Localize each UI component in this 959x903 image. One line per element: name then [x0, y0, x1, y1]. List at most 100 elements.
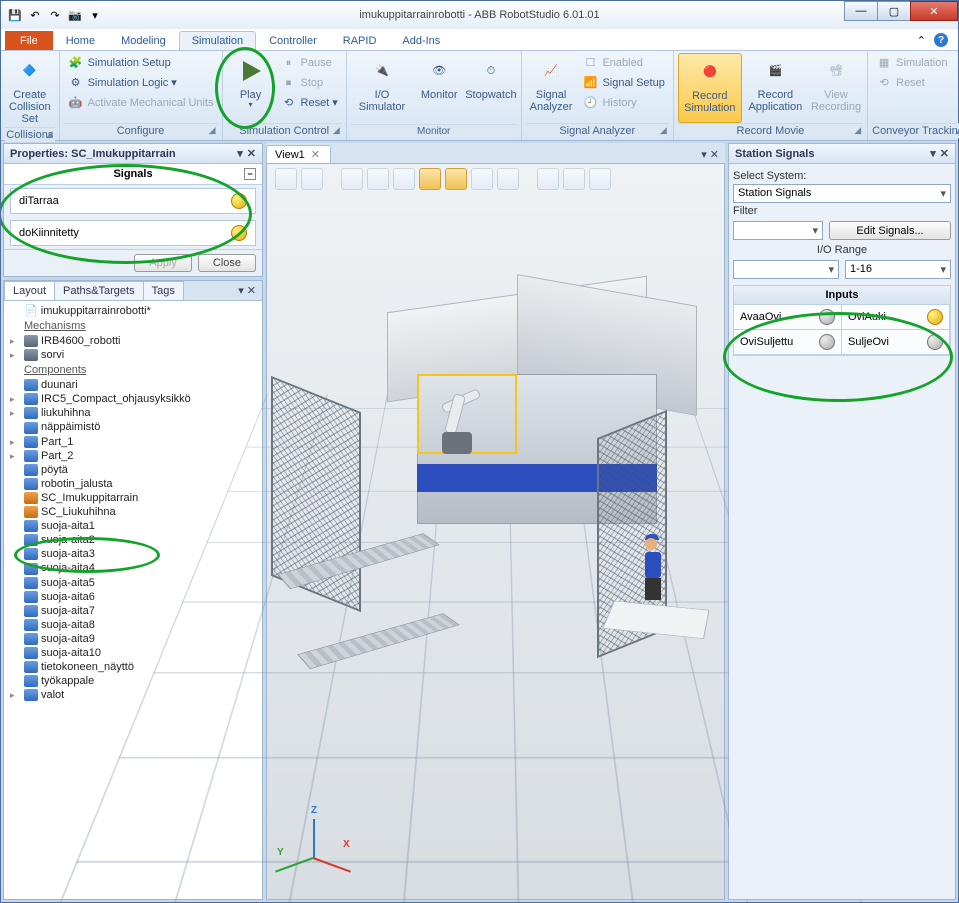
- qat-save-icon[interactable]: 💾: [7, 7, 23, 23]
- vp-tool[interactable]: [419, 168, 441, 190]
- record-simulation-button[interactable]: 🔴Record Simulation: [678, 53, 742, 123]
- signal-row[interactable]: diTarraa: [10, 188, 256, 214]
- apply-button[interactable]: Apply: [134, 254, 192, 272]
- edit-signals-button[interactable]: Edit Signals...: [829, 221, 951, 240]
- stopwatch-button[interactable]: ⏱Stopwatch: [465, 53, 516, 124]
- tree-item[interactable]: pöytä: [6, 463, 260, 477]
- collapse-icon[interactable]: −: [244, 168, 256, 180]
- tab-modeling[interactable]: Modeling: [108, 31, 179, 50]
- vp-tool[interactable]: [275, 168, 297, 190]
- maximize-button[interactable]: ▢: [877, 1, 911, 21]
- vp-tool[interactable]: [537, 168, 559, 190]
- iorange-left-combo[interactable]: ▾: [733, 260, 839, 279]
- io-input-cell[interactable]: SuljeOvi: [841, 329, 950, 355]
- pin-icon[interactable]: ✕: [247, 147, 256, 160]
- close-icon[interactable]: ✕: [940, 147, 949, 160]
- dialog-launcher-icon[interactable]: ◢: [209, 125, 216, 136]
- tags-tab[interactable]: Tags: [143, 281, 184, 300]
- system-combo[interactable]: Station Signals▾: [733, 184, 951, 203]
- tree-item[interactable]: IRB4600_robotti: [6, 334, 260, 348]
- close-button[interactable]: Close: [198, 254, 256, 272]
- simulation-logic-button[interactable]: ⚙Simulation Logic▾: [64, 73, 218, 93]
- activate-mech-units-button[interactable]: 🤖Activate Mechanical Units: [64, 93, 218, 113]
- close-icon[interactable]: ✕: [247, 285, 256, 297]
- monitor-button[interactable]: 👁Monitor: [415, 53, 463, 124]
- tab-addins[interactable]: Add-Ins: [389, 31, 453, 50]
- dropdown-icon[interactable]: ▾: [237, 147, 243, 160]
- vp-tool[interactable]: [445, 168, 467, 190]
- close-tab-icon[interactable]: ✕: [311, 149, 320, 161]
- qat-undo-icon[interactable]: ↶: [27, 7, 43, 23]
- tab-controller[interactable]: Controller: [256, 31, 330, 50]
- io-input-cell[interactable]: OviAuki: [841, 304, 950, 330]
- vp-tool[interactable]: [393, 168, 415, 190]
- enabled-toggle[interactable]: ☐Enabled: [578, 53, 668, 73]
- io-state-icon[interactable]: [927, 334, 943, 350]
- tree-item[interactable]: duunari: [6, 378, 260, 392]
- tree-item[interactable]: Part_2: [6, 449, 260, 463]
- 3d-viewport[interactable]: Z X Y: [266, 163, 725, 900]
- qat-screenshot-icon[interactable]: 📷: [67, 7, 83, 23]
- dropdown-icon[interactable]: ▾: [238, 285, 244, 297]
- io-state-icon[interactable]: [819, 334, 835, 350]
- tab-simulation[interactable]: Simulation: [179, 31, 256, 50]
- stop-button[interactable]: ⏹Stop: [277, 73, 342, 93]
- vp-tool[interactable]: [563, 168, 585, 190]
- dialog-launcher-icon[interactable]: ◢: [955, 125, 959, 136]
- io-input-cell[interactable]: AvaaOvi: [733, 304, 842, 330]
- dialog-launcher-icon[interactable]: ◢: [46, 129, 53, 140]
- tab-home[interactable]: Home: [53, 31, 108, 50]
- signal-row[interactable]: doKiinnitetty: [10, 220, 256, 246]
- tree-item[interactable]: Part_1: [6, 435, 260, 449]
- ribbon-minimize-icon[interactable]: ⌃: [917, 34, 926, 47]
- minimize-button[interactable]: —: [844, 1, 878, 21]
- vp-tool[interactable]: [589, 168, 611, 190]
- qat-redo-icon[interactable]: ↷: [47, 7, 63, 23]
- reset-button[interactable]: ⟲Reset▾: [277, 93, 342, 113]
- create-collision-set-button[interactable]: 🔷Create Collision Set: [5, 53, 55, 127]
- vp-tool[interactable]: [497, 168, 519, 190]
- signal-state-icon[interactable]: [231, 225, 247, 241]
- filter-combo[interactable]: ▾: [733, 221, 823, 240]
- simulation-setup-button[interactable]: 🧩Simulation Setup: [64, 53, 218, 73]
- close-button[interactable]: ✕: [910, 1, 958, 21]
- tree-item[interactable]: robotin_jalusta: [6, 477, 260, 491]
- iorange-combo[interactable]: 1-16▾: [845, 260, 951, 279]
- vp-tool[interactable]: [301, 168, 323, 190]
- io-state-icon[interactable]: [819, 309, 835, 325]
- view-tab[interactable]: View1✕: [266, 145, 331, 163]
- dialog-launcher-icon[interactable]: ◢: [660, 125, 667, 136]
- help-icon[interactable]: ?: [934, 33, 948, 47]
- conveyor-simulation-button[interactable]: ▦Simulation: [872, 53, 951, 73]
- view-recording-button[interactable]: 📽View Recording: [809, 53, 863, 123]
- signal-analyzer-button[interactable]: 📈Signal Analyzer: [526, 53, 577, 123]
- paths-tab[interactable]: Paths&Targets: [54, 281, 144, 300]
- dropdown-icon[interactable]: ▾: [701, 149, 707, 161]
- record-application-button[interactable]: 🎬Record Application: [744, 53, 807, 123]
- vp-tool[interactable]: [471, 168, 493, 190]
- signal-setup-button[interactable]: 📶Signal Setup: [578, 73, 668, 93]
- tree-item[interactable]: näppäimistö: [6, 420, 260, 434]
- history-button[interactable]: 🕘History: [578, 93, 668, 113]
- pause-button[interactable]: ⏸Pause: [277, 53, 342, 73]
- io-simulator-button[interactable]: 🔌I/O Simulator: [351, 53, 413, 124]
- tab-rapid[interactable]: RAPID: [330, 31, 390, 50]
- play-button[interactable]: Play▾: [227, 53, 275, 123]
- dropdown-icon[interactable]: ▾: [930, 147, 936, 160]
- tab-file[interactable]: File: [5, 31, 53, 50]
- vp-tool[interactable]: [341, 168, 363, 190]
- tree-item[interactable]: IRC5_Compact_ohjausyksikkö: [6, 392, 260, 406]
- io-state-icon[interactable]: [927, 309, 943, 325]
- tree-item[interactable]: liukuhihna: [6, 406, 260, 420]
- vp-tool[interactable]: [367, 168, 389, 190]
- tree-station[interactable]: 📄 imukuppitarrainrobotti*: [6, 303, 260, 318]
- close-icon[interactable]: ✕: [710, 149, 719, 161]
- signal-state-icon[interactable]: [231, 193, 247, 209]
- qat-dropdown-icon[interactable]: ▾: [87, 7, 103, 23]
- dialog-launcher-icon[interactable]: ◢: [854, 125, 861, 136]
- conveyor-reset-button[interactable]: ⟲Reset: [872, 73, 951, 93]
- dialog-launcher-icon[interactable]: ◢: [333, 125, 340, 136]
- layout-tab[interactable]: Layout: [4, 281, 55, 300]
- tree-item[interactable]: sorvi: [6, 348, 260, 362]
- io-input-cell[interactable]: OviSuljettu: [733, 329, 842, 355]
